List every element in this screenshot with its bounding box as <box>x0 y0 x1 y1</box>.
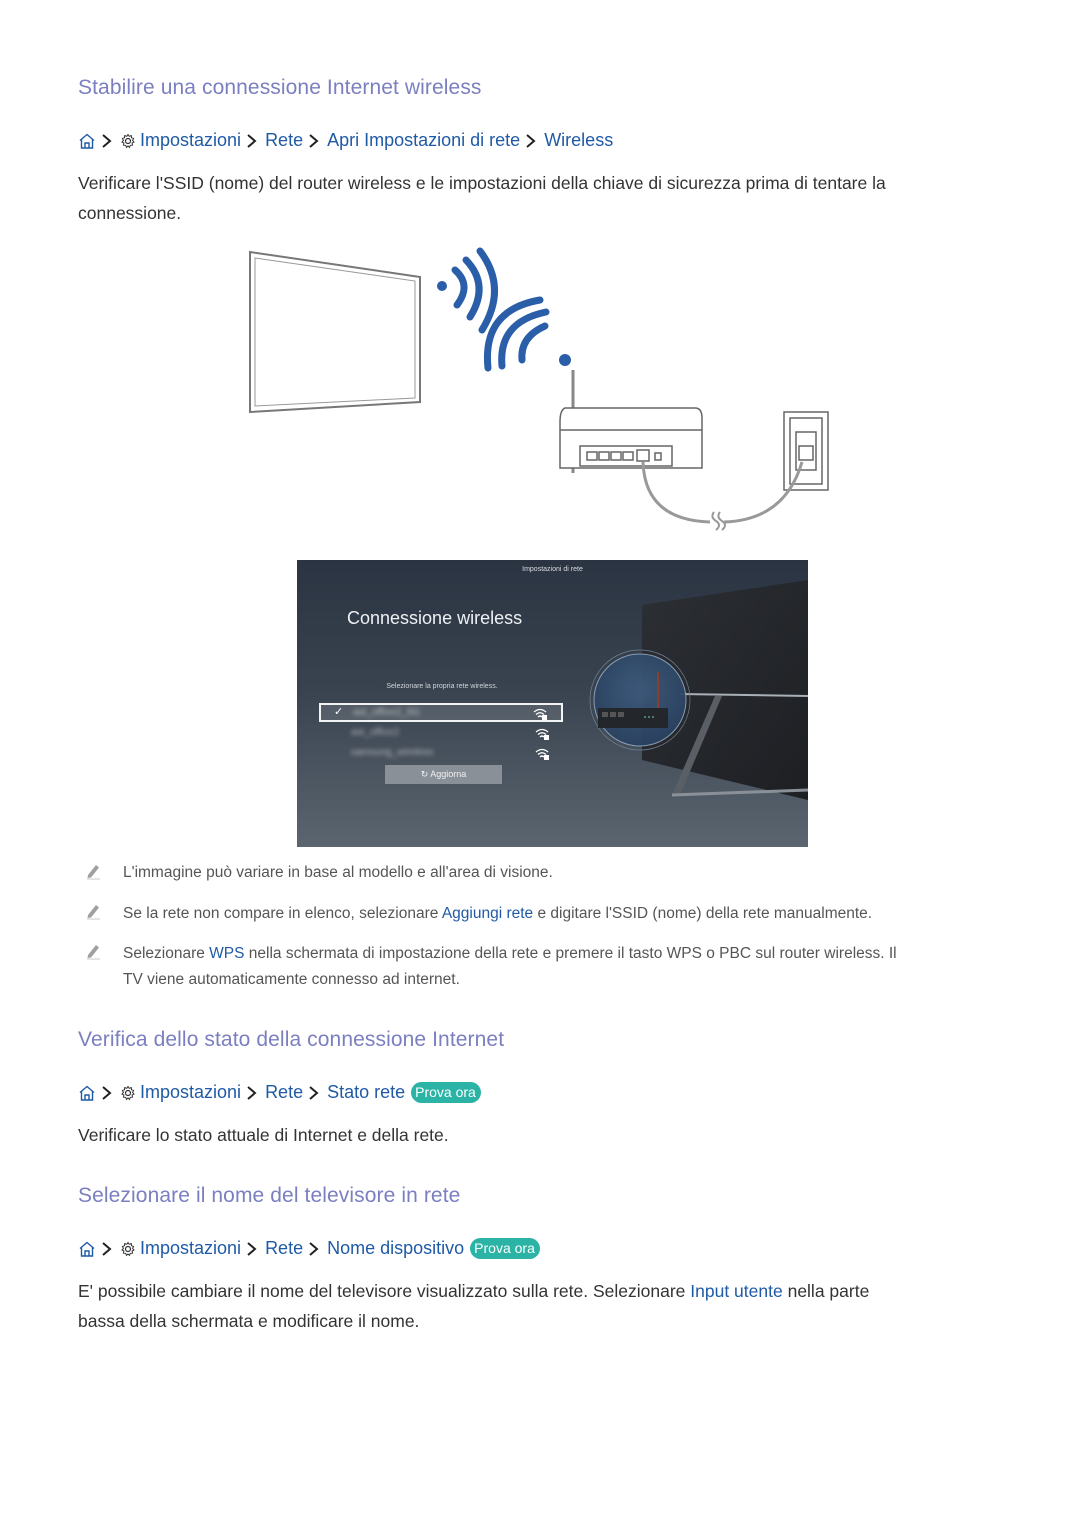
section-body-status: Verificare lo stato attuale di Internet … <box>78 1125 449 1145</box>
menu-path-wireless: Impostazioni Rete Apri Impostazioni di r… <box>78 130 613 151</box>
chevron-right-icon <box>524 132 538 150</box>
section-heading-wireless: Stabilire una connessione Internet wirel… <box>78 76 482 99</box>
home-icon <box>78 1240 96 1258</box>
note-text-part: e digitare l'SSID (nome) della rete manu… <box>533 905 873 922</box>
chevron-right-icon <box>100 1240 114 1258</box>
network-ssid: ast_office2 <box>351 727 400 738</box>
tv-icon <box>249 250 421 414</box>
path-item-wireless[interactable]: Wireless <box>544 130 613 151</box>
note-text-part: nella schermata di impostazione della re… <box>244 945 897 962</box>
section-body-wireless: Verificare l'SSID (nome) del router wire… <box>78 168 1018 228</box>
section-heading-status: Verifica dello stato della connessione I… <box>78 1028 505 1051</box>
body-line: bassa della schermata e modificare il no… <box>78 1311 420 1331</box>
router-icon <box>559 370 703 473</box>
path-item-rete[interactable]: Rete <box>265 1082 303 1103</box>
network-item[interactable]: ast_office2 <box>319 725 563 744</box>
check-icon: ✓ <box>334 706 344 718</box>
try-now-badge[interactable]: Prova ora <box>411 1082 481 1103</box>
section-body-device-name: E' possibile cambiare il nome del televi… <box>78 1276 1018 1336</box>
note-text: Se la rete non compare in elenco, selezi… <box>123 901 872 927</box>
network-item[interactable]: samsung_wireless <box>319 745 563 764</box>
wifi-lock-icon <box>535 747 549 760</box>
path-item-impostazioni[interactable]: Impostazioni <box>140 1238 241 1259</box>
wifi-lock-icon <box>535 727 549 740</box>
screen-subtitle: Selezionare la propria rete wireless. <box>386 683 498 690</box>
cable-icon <box>641 461 804 531</box>
menu-path-status: Impostazioni Rete Stato rete Prova ora <box>78 1082 481 1103</box>
home-icon <box>78 1084 96 1102</box>
note-text-part: TV viene automaticamente connesso ad int… <box>123 971 460 988</box>
chevron-right-icon <box>245 132 259 150</box>
path-item-apri-impostazioni[interactable]: Apri Impostazioni di rete <box>327 130 520 151</box>
router-wifi-signal-icon <box>483 296 571 372</box>
path-item-nome-dispositivo[interactable]: Nome dispositivo <box>327 1238 464 1259</box>
pencil-note-icon <box>84 902 102 920</box>
body-text-part: E' possibile cambiare il nome del televi… <box>78 1281 691 1301</box>
wifi-lock-icon <box>533 707 547 720</box>
link-wps[interactable]: WPS <box>209 945 244 962</box>
network-ssid: samsung_wireless <box>351 747 434 758</box>
chevron-right-icon <box>307 1240 321 1258</box>
network-illustration <box>240 240 840 540</box>
menu-path-device-name: Impostazioni Rete Nome dispositivo Prova… <box>78 1238 540 1259</box>
path-item-stato-rete[interactable]: Stato rete <box>327 1082 405 1103</box>
wall-socket-icon <box>783 411 829 491</box>
screen-title: Connessione wireless <box>347 608 523 628</box>
chevron-right-icon <box>100 1084 114 1102</box>
try-now-badge[interactable]: Prova ora <box>470 1238 540 1259</box>
network-ssid: ast_office2_5G <box>353 707 421 718</box>
refresh-label: Aggiorna <box>430 769 467 779</box>
refresh-button[interactable]: ↻ Aggiorna <box>385 765 502 784</box>
wifi-signal-icon <box>437 247 498 334</box>
chevron-right-icon <box>245 1084 259 1102</box>
note-text-part: Selezionare <box>123 945 210 962</box>
link-aggiungi-rete[interactable]: Aggiungi rete <box>442 905 533 922</box>
path-item-impostazioni[interactable]: Impostazioni <box>140 1082 241 1103</box>
chevron-right-icon <box>307 1084 321 1102</box>
gear-icon <box>120 133 136 149</box>
refresh-icon: ↻ <box>420 769 431 779</box>
gear-icon <box>120 1241 136 1257</box>
note-text: L'immagine può variare in base al modell… <box>123 864 553 881</box>
tv-screen-preview: Impostazioni di rete Connessione wireles… <box>297 560 808 847</box>
pencil-note-icon <box>84 942 102 960</box>
body-line: Verificare l'SSID (nome) del router wire… <box>78 173 886 193</box>
chevron-right-icon <box>307 132 321 150</box>
tv-back-photo <box>589 580 808 800</box>
path-item-rete[interactable]: Rete <box>265 1238 303 1259</box>
path-item-impostazioni[interactable]: Impostazioni <box>140 130 241 151</box>
pencil-note-icon <box>84 862 102 880</box>
link-input-utente[interactable]: Input utente <box>690 1281 782 1301</box>
body-text-part: nella parte <box>782 1281 870 1301</box>
chevron-right-icon <box>100 132 114 150</box>
note-text: Selezionare WPS nella schermata di impos… <box>123 941 1023 993</box>
home-icon <box>78 132 96 150</box>
body-line: connessione. <box>78 203 182 223</box>
chevron-right-icon <box>245 1240 259 1258</box>
path-item-rete[interactable]: Rete <box>265 130 303 151</box>
note-text-part: Se la rete non compare in elenco, selezi… <box>123 905 442 922</box>
gear-icon <box>120 1085 136 1101</box>
network-item[interactable]: ✓ ast_office2_5G <box>319 703 563 722</box>
section-heading-device-name: Selezionare il nome del televisore in re… <box>78 1184 461 1207</box>
